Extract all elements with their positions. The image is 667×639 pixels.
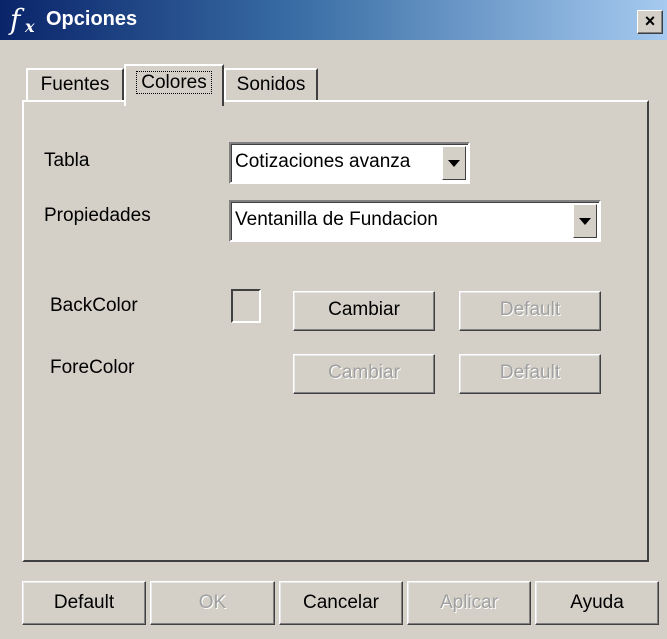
tabla-select-value: Cotizaciones avanza xyxy=(235,151,411,172)
forecolor-label: ForeColor xyxy=(50,357,135,378)
chevron-down-icon[interactable] xyxy=(573,204,597,238)
window-title: Opciones xyxy=(46,8,138,30)
backcolor-cambiar-button[interactable]: Cambiar xyxy=(293,291,435,331)
propiedades-label: Propiedades xyxy=(44,205,151,226)
tab-label: Colores xyxy=(136,71,212,94)
tabla-label: Tabla xyxy=(44,150,90,171)
tab-sonidos[interactable]: Sonidos xyxy=(224,68,318,102)
forecolor-cambiar-button[interactable]: Cambiar xyxy=(293,354,435,394)
forecolor-default-button[interactable]: Default xyxy=(459,354,601,394)
default-button[interactable]: Default xyxy=(22,581,146,625)
tabla-select[interactable]: Cotizaciones avanza xyxy=(229,142,470,184)
cancelar-button[interactable]: Cancelar xyxy=(279,581,403,625)
close-button[interactable]: × xyxy=(637,10,663,34)
propiedades-select[interactable]: Ventanilla de Fundacion xyxy=(229,200,601,242)
ok-button[interactable]: OK xyxy=(150,581,275,625)
chevron-down-icon[interactable] xyxy=(442,146,466,180)
tab-colores[interactable]: Colores xyxy=(124,64,224,106)
tab-label: Sonidos xyxy=(236,74,306,95)
propiedades-select-value: Ventanilla de Fundacion xyxy=(235,209,438,230)
backcolor-label: BackColor xyxy=(50,295,138,316)
title-bar[interactable]: fx Opciones × xyxy=(0,0,667,40)
tab-fuentes[interactable]: Fuentes xyxy=(26,68,124,102)
tab-label: Fuentes xyxy=(40,74,110,95)
backcolor-default-button[interactable]: Default xyxy=(459,291,601,331)
ayuda-button[interactable]: Ayuda xyxy=(535,581,659,625)
backcolor-swatch xyxy=(231,289,261,323)
aplicar-button[interactable]: Aplicar xyxy=(407,581,531,625)
function-icon: fx xyxy=(10,3,35,36)
